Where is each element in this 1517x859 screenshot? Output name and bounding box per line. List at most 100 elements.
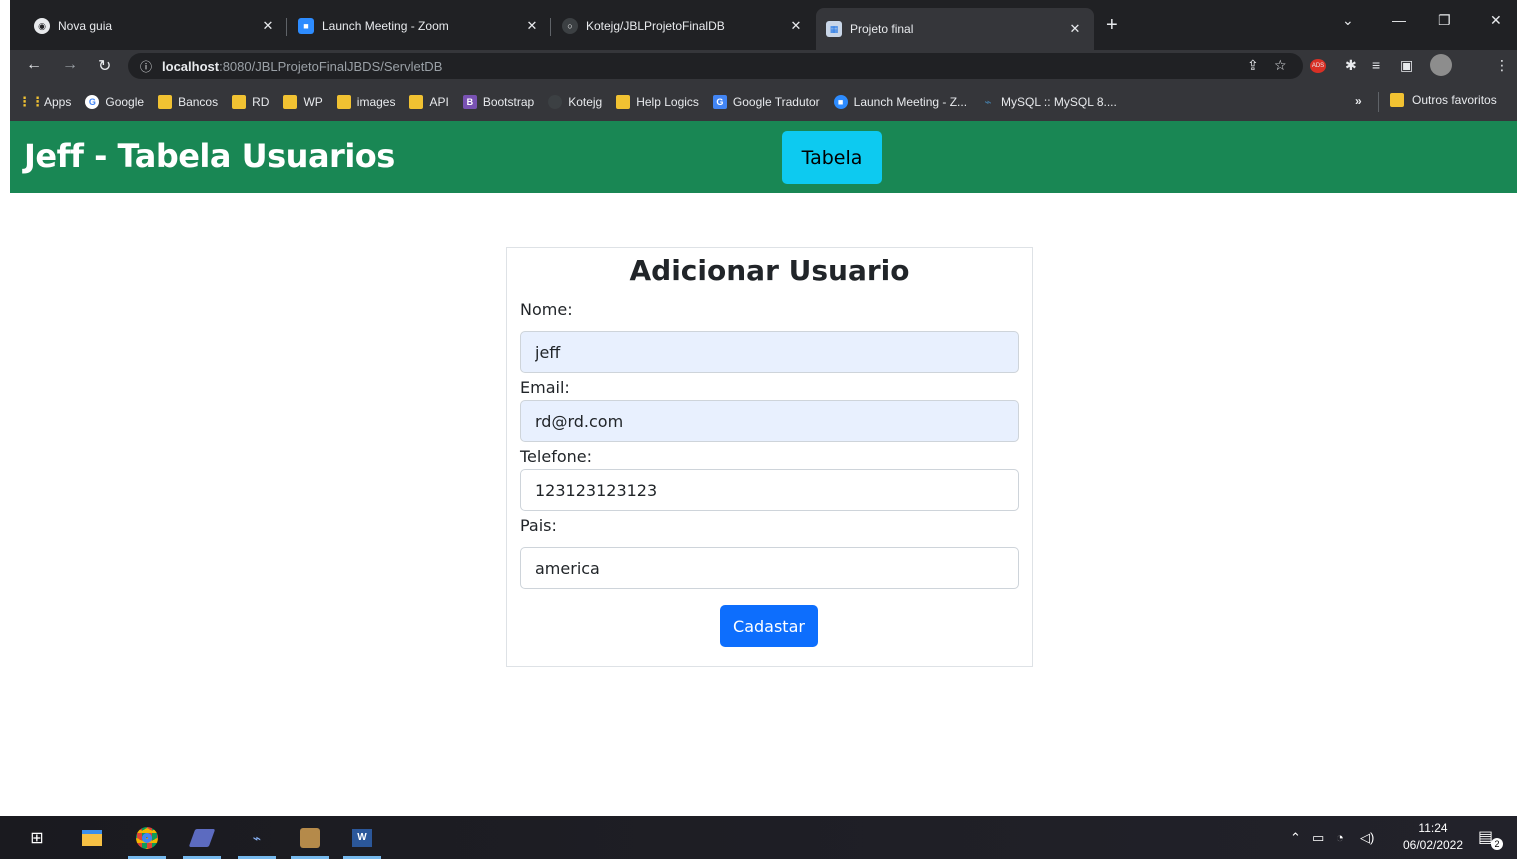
new-tab-button[interactable]: + xyxy=(1106,14,1118,37)
volume-icon[interactable]: ◁) xyxy=(1360,830,1374,846)
restore-icon[interactable]: ❐ xyxy=(1438,12,1451,29)
folder-icon xyxy=(283,94,298,109)
folder-icon xyxy=(232,94,247,109)
pais-label: Pais: xyxy=(520,516,557,535)
eclipse-icon[interactable] xyxy=(188,826,216,850)
other-bookmarks-folder[interactable]: Outros favoritos xyxy=(1390,93,1497,107)
folder-icon xyxy=(158,94,173,109)
navbar-brand[interactable]: Jeff - Tabela Usuarios xyxy=(24,137,395,175)
telefone-input[interactable] xyxy=(520,469,1019,511)
adblock-extension-icon[interactable]: ADS xyxy=(1310,59,1326,73)
chrome-icon[interactable] xyxy=(135,826,159,850)
bookmark-bancos[interactable]: Bancos xyxy=(158,94,218,109)
close-icon[interactable]: ✕ xyxy=(259,18,277,34)
tab-search-icon[interactable]: ⌄ xyxy=(1342,12,1354,29)
github-icon: ○ xyxy=(562,18,578,34)
windows-start-icon[interactable]: ⊞ xyxy=(25,826,49,850)
tab-title: Launch Meeting - Zoom xyxy=(322,19,449,33)
show-hidden-icons[interactable]: ⌃ xyxy=(1290,830,1301,846)
more-bookmarks-button[interactable]: » xyxy=(1355,94,1362,108)
word-icon[interactable]: W xyxy=(350,826,374,850)
zoom-icon: ■ xyxy=(833,94,848,109)
minimize-icon[interactable]: — xyxy=(1392,12,1406,28)
browser-toolbar: ← → ↻ ⓘ localhost:8080/JBLProjetoFinalJB… xyxy=(10,50,1517,82)
battery-icon[interactable]: ▭ xyxy=(1312,830,1324,846)
bookmarks-bar: ⋮⋮ Apps G Google Bancos RD WP images API B… xyxy=(10,82,1517,121)
extensions-icon[interactable]: ✱ xyxy=(1345,57,1357,74)
tab-strip: ◉ Nova guia ✕ ■ Launch Meeting - Zoom ✕ … xyxy=(10,0,1517,50)
email-label: Email: xyxy=(520,378,570,397)
profile-avatar[interactable] xyxy=(1430,54,1452,76)
back-icon[interactable]: ← xyxy=(26,56,42,74)
tab-zoom[interactable]: ■ Launch Meeting - Zoom ✕ xyxy=(288,8,551,44)
zoom-icon: ■ xyxy=(298,18,314,34)
page-icon: ▦ xyxy=(826,21,842,37)
wifi-icon[interactable]: ◔ xyxy=(1336,830,1344,845)
folder-icon xyxy=(1390,93,1404,107)
close-icon[interactable]: ✕ xyxy=(787,18,805,34)
bookmark-apps[interactable]: ⋮⋮ Apps xyxy=(18,94,71,109)
bookmark-api[interactable]: API xyxy=(409,94,449,109)
pais-input[interactable] xyxy=(520,547,1019,589)
notification-count-badge: 2 xyxy=(1491,838,1503,850)
close-window-icon[interactable]: ✕ xyxy=(1490,12,1502,29)
tabela-button[interactable]: Tabela xyxy=(782,131,882,184)
google-icon: G xyxy=(85,94,100,109)
clock[interactable]: 11:24 06/02/2022 xyxy=(1397,820,1469,854)
file-explorer-icon[interactable] xyxy=(80,826,104,850)
tab-title: Kotejg/JBLProjetoFinalDB xyxy=(586,19,725,33)
nome-label: Nome: xyxy=(520,300,573,319)
bookmark-wp[interactable]: WP xyxy=(283,94,323,109)
bookmark-images[interactable]: images xyxy=(336,94,395,109)
bookmark-launch-meeting[interactable]: ■ Launch Meeting - Z... xyxy=(833,94,967,109)
form-title: Adicionar Usuario xyxy=(629,254,910,287)
navbar: Jeff - Tabela Usuarios Tabela xyxy=(10,121,1517,193)
folder-icon xyxy=(336,94,351,109)
chrome-icon: ◉ xyxy=(34,18,50,34)
telefone-label: Telefone: xyxy=(520,447,592,466)
reload-icon[interactable]: ↻ xyxy=(98,56,111,76)
info-icon[interactable]: ⓘ xyxy=(140,58,152,75)
tab-separator xyxy=(550,18,551,36)
bookmark-google-tradutor[interactable]: G Google Tradutor xyxy=(712,94,820,109)
github-icon xyxy=(548,94,563,109)
bookmark-google[interactable]: G Google xyxy=(85,94,144,109)
cadastrar-button[interactable]: Cadastar xyxy=(720,605,818,647)
url-path: :8080/JBLProjetoFinalJBDS/ServletDB xyxy=(219,58,443,74)
tab-title: Projeto final xyxy=(850,22,914,36)
bookmark-star-icon[interactable]: ☆ xyxy=(1274,57,1287,74)
add-user-form-card: Adicionar Usuario Nome: Email: Telefone:… xyxy=(506,247,1033,667)
clock-date: 06/02/2022 xyxy=(1402,838,1464,852)
address-bar[interactable]: ⓘ localhost:8080/JBLProjetoFinalJBDS/Ser… xyxy=(128,53,1303,79)
mysql-icon: ⌁ xyxy=(984,94,992,109)
email-input[interactable] xyxy=(520,400,1019,442)
nome-input[interactable] xyxy=(520,331,1019,373)
game-icon[interactable] xyxy=(298,826,322,850)
clock-time: 11:24 xyxy=(1418,821,1448,835)
bookmark-mysql[interactable]: ⌁ MySQL :: MySQL 8.... xyxy=(981,94,1116,109)
tab-github[interactable]: ○ Kotejg/JBLProjetoFinalDB ✕ xyxy=(552,8,815,44)
reading-list-icon[interactable]: ≡ xyxy=(1372,57,1380,73)
forward-icon[interactable]: → xyxy=(62,56,78,74)
folder-icon xyxy=(409,94,424,109)
bootstrap-icon: B xyxy=(462,94,477,109)
mysql-workbench-icon[interactable]: ⌁ xyxy=(245,826,269,850)
share-icon[interactable]: ⇪ xyxy=(1247,57,1259,74)
windows-taskbar: ⊞ ⌁ W ⌃ ▭ ◔ ◁) 11:24 06/02/2022 ▤ 2 xyxy=(0,816,1517,859)
tab-separator xyxy=(286,18,287,36)
tab-nova-guia[interactable]: ◉ Nova guia ✕ xyxy=(24,8,287,44)
side-panel-icon[interactable]: ▣ xyxy=(1400,57,1413,74)
folder-icon xyxy=(616,94,631,109)
tab-projeto-final[interactable]: ▦ Projeto final ✕ xyxy=(816,8,1094,50)
tab-title: Nova guia xyxy=(58,19,113,33)
menu-icon[interactable]: ⋮ xyxy=(1495,57,1509,74)
close-icon[interactable]: ✕ xyxy=(523,18,541,34)
bookmark-help-logics[interactable]: Help Logics xyxy=(616,94,699,109)
bookmark-bootstrap[interactable]: B Bootstrap xyxy=(462,94,534,109)
bookmark-kotejg[interactable]: Kotejg xyxy=(548,94,602,109)
web-page: Jeff - Tabela Usuarios Tabela Adicionar … xyxy=(10,121,1517,816)
screen: ◉ Nova guia ✕ ■ Launch Meeting - Zoom ✕ … xyxy=(0,0,1517,859)
bookmark-rd[interactable]: RD xyxy=(232,94,269,109)
close-icon[interactable]: ✕ xyxy=(1066,21,1084,37)
translate-icon: G xyxy=(712,94,727,109)
